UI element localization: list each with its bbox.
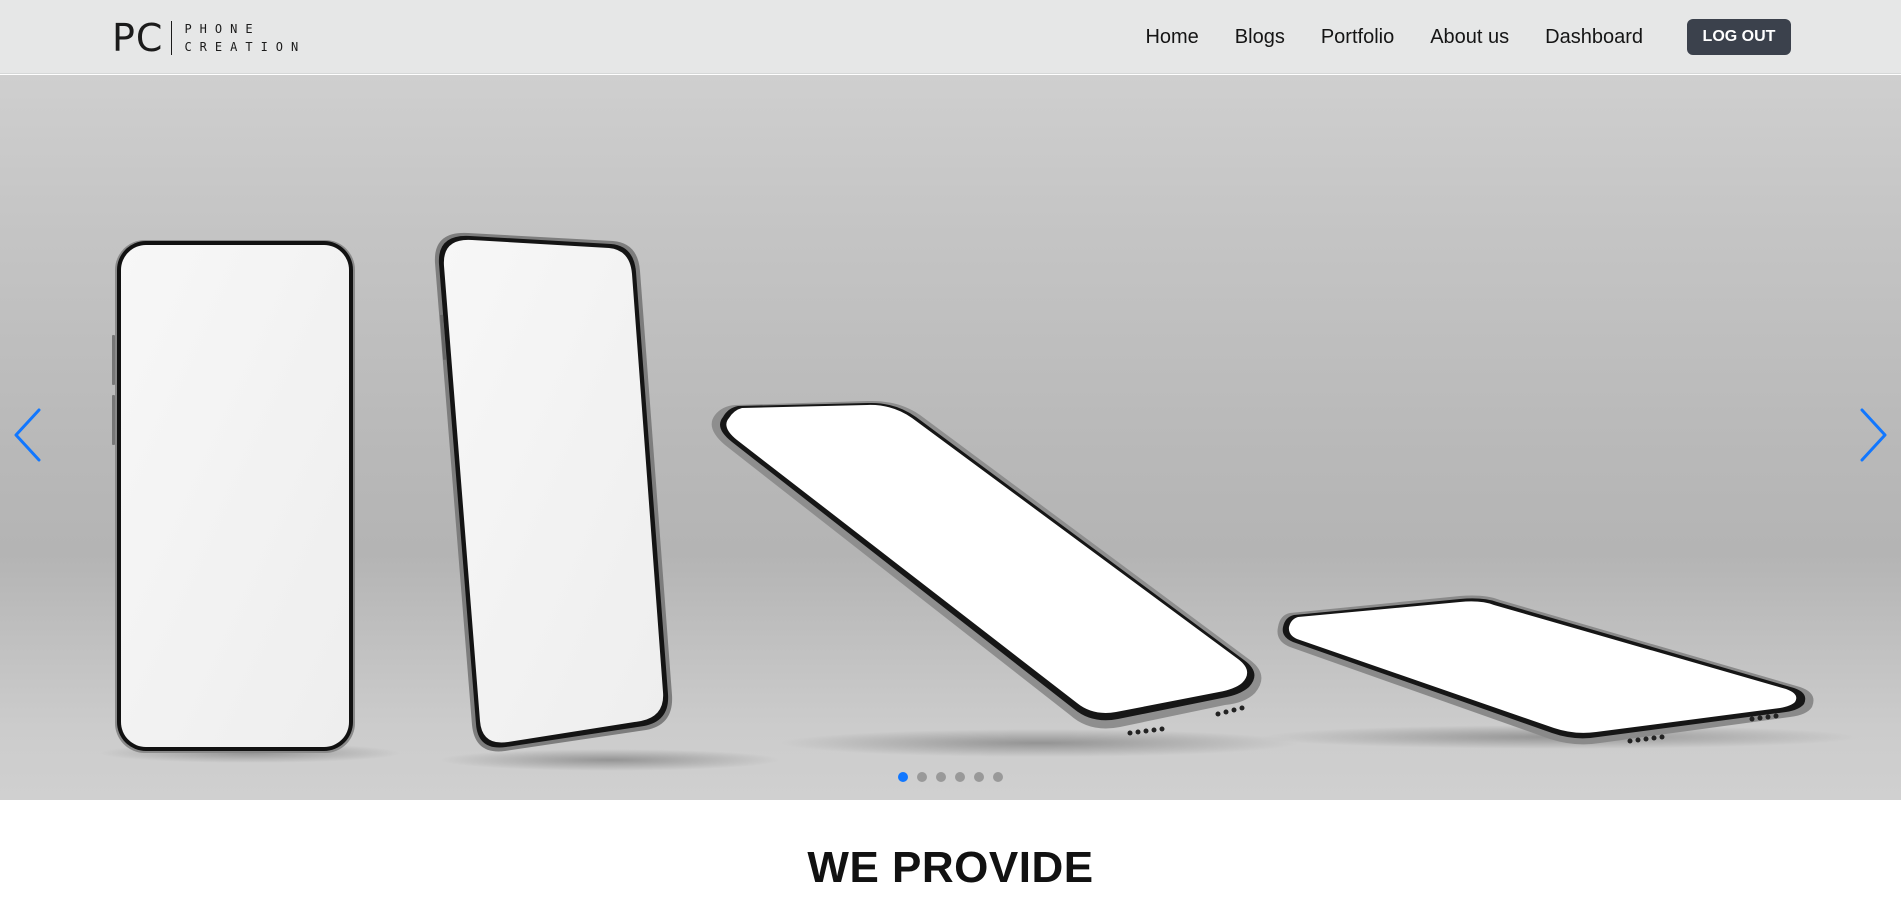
carousel-indicator-dot[interactable] [974, 772, 984, 782]
carousel-indicator-dot[interactable] [898, 772, 908, 782]
carousel-indicators [898, 772, 1003, 782]
top-navbar: PC PHONE CREATION Home Blogs Portfolio A… [0, 0, 1901, 74]
phone-tilted [434, 232, 780, 771]
carousel-indicator-dot[interactable] [917, 772, 927, 782]
logout-button[interactable]: LOG OUT [1687, 19, 1791, 55]
nav-link-dashboard[interactable]: Dashboard [1545, 26, 1643, 49]
carousel-next-button[interactable] [1853, 405, 1893, 465]
brand-logo[interactable]: PC PHONE CREATION [112, 18, 306, 58]
carousel-indicator-dot[interactable] [955, 772, 965, 782]
logo-divider [171, 21, 173, 55]
chevron-left-icon [14, 408, 41, 462]
nav-link-about-us[interactable]: About us [1430, 26, 1509, 49]
carousel-indicator-dot[interactable] [936, 772, 946, 782]
nav-link-portfolio[interactable]: Portfolio [1321, 26, 1394, 49]
logo-word-phone: PHONE [184, 22, 261, 36]
phone-front-upright [100, 240, 400, 763]
carousel-prev-button[interactable] [8, 405, 48, 465]
main-nav: Home Blogs Portfolio About us Dashboard … [1145, 0, 1901, 74]
carousel-slide-image [100, 232, 1860, 771]
logo-word-creation: CREATION [184, 40, 307, 54]
logo-wordmark: PHONE CREATION [184, 23, 306, 53]
nav-link-blogs[interactable]: Blogs [1235, 26, 1285, 49]
carousel-indicator-dot[interactable] [993, 772, 1003, 782]
logo-mark: PC [112, 16, 164, 60]
section-title: WE PROVIDE [807, 843, 1094, 892]
nav-link-home[interactable]: Home [1145, 26, 1198, 49]
phone-lying-flat [1260, 595, 1860, 749]
hero-carousel [0, 75, 1901, 800]
phone-leaning [711, 400, 1300, 757]
chevron-right-icon [1860, 408, 1887, 462]
